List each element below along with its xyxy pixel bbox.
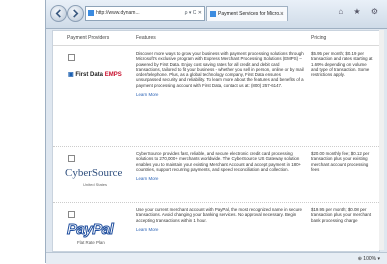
cybersource-logo: CyberSource [65,167,123,179]
logo-subtitle: United States [83,182,108,187]
first-data-logo: ▣ First Data EMPS [68,72,122,78]
feature-description: CyberSource provides fast, reliable, and… [136,151,304,181]
forward-button[interactable] [67,5,84,22]
header-payment-providers: Payment Providers [67,35,110,41]
table-header: Payment Providers Features Pricing [53,31,379,46]
select-checkbox[interactable] [68,211,75,218]
page-content: Payment Providers Features Pricing ▣ Fir… [52,30,380,252]
home-favorites-settings-icons[interactable]: ⌂ ★ ⚙ [338,7,382,16]
table-row: CyberSource United States CyberSource pr… [53,147,379,203]
tab-title: Payment Services for Micro... [218,11,284,17]
description-text: Use your current merchant account with P… [136,207,302,223]
vertical-scrollbar[interactable] [379,30,384,250]
select-checkbox[interactable] [68,155,75,162]
browser-toolbar: http://www.dynam... ρ ▾ C ✕ Payment Serv… [46,0,387,29]
feature-description: Discover more ways to grow your business… [136,51,304,97]
page-favicon-icon [88,9,94,16]
tab-favicon-icon [210,10,216,17]
header-features: Features [136,35,156,41]
description-text: Discover more ways to grow your business… [136,51,304,88]
pricing-text: $19.95 per month; $0.08 per transaction … [311,207,372,223]
logo-brand: EMPS [104,72,122,78]
logo-name: First Data [75,72,104,78]
forward-arrow-icon [73,9,79,18]
address-tools[interactable]: ρ ▾ C ✕ [185,7,202,20]
select-checkbox[interactable] [68,54,75,61]
zoom-level: 100% [363,256,377,262]
header-pricing: Pricing [311,35,327,41]
zoom-control[interactable]: ⊕ 100% ▾ [358,256,380,262]
address-bar[interactable]: http://www.dynam... ρ ▾ C ✕ [85,6,205,21]
description-text: CyberSource provides fast, reliable, and… [136,151,302,172]
learn-more-link[interactable]: Learn More [136,92,304,97]
tab-close-icon[interactable]: ✕ [280,7,284,21]
learn-more-link[interactable]: Learn More [136,227,304,232]
learn-more-link[interactable]: Learn More [136,176,304,181]
pricing-text: $20.00 monthly fee; $0.12 per transactio… [311,151,370,172]
table-row: PayPal Flat Rate Plan Use your current m… [53,203,379,251]
status-bar: ⊕ 100% ▾ [46,252,387,264]
paypal-logo: PayPal [66,221,114,239]
logo-subtitle: Flat Rate Plan [77,240,105,245]
feature-description: Use your current merchant account with P… [136,207,304,232]
browser-tab[interactable]: Payment Services for Micro... ✕ [206,6,288,21]
back-arrow-icon [55,9,61,18]
back-button[interactable] [50,5,67,22]
table-row: ▣ First Data EMPS Discover more ways to … [53,46,379,147]
browser-window: http://www.dynam... ρ ▾ C ✕ Payment Serv… [45,0,387,264]
pricing-text: $5.95 per month; $0.19 per transaction a… [311,51,373,78]
address-text: http://www.dynam... [96,10,140,16]
